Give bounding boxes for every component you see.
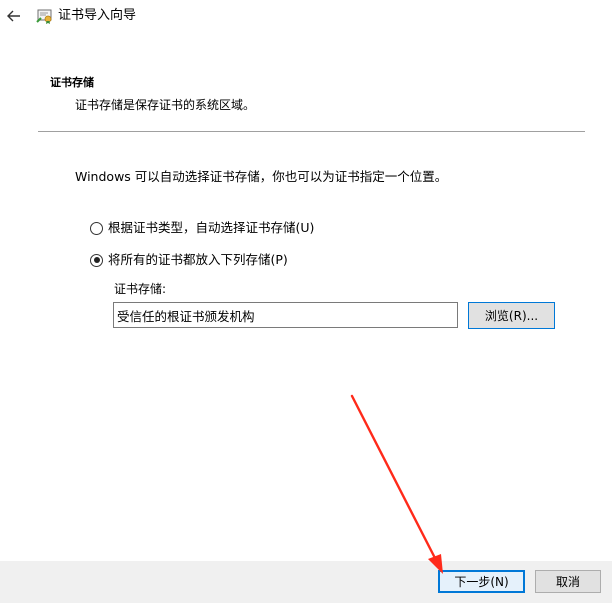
arrow-left-icon xyxy=(7,10,20,22)
browse-button[interactable]: 浏览(R)... xyxy=(468,302,555,329)
radio-label: 将所有的证书都放入下列存储(P) xyxy=(108,252,288,267)
window-title: 证书导入向导 xyxy=(58,8,137,23)
certificate-store-field[interactable] xyxy=(113,302,458,328)
certificate-icon xyxy=(36,7,54,25)
intro-text: Windows 可以自动选择证书存储，你也可以为证书指定一个位置。 xyxy=(75,169,448,184)
header-divider xyxy=(38,131,585,132)
radio-button-unchecked[interactable] xyxy=(90,221,103,235)
auto-select-store-option[interactable]: 根据证书类型，自动选择证书存储(U) xyxy=(90,219,314,237)
certificate-import-wizard: 证书导入向导 证书存储 证书存储是保存证书的系统区域。 Windows 可以自动… xyxy=(0,0,612,603)
section-title: 证书存储 xyxy=(50,76,94,89)
back-button[interactable] xyxy=(4,6,24,26)
certificate-store-label: 证书存储: xyxy=(114,282,167,296)
title-bar: 证书导入向导 xyxy=(0,0,612,32)
radio-button-checked[interactable] xyxy=(90,253,103,267)
cancel-button[interactable]: 取消 xyxy=(535,570,601,593)
next-button[interactable]: 下一步(N) xyxy=(438,570,525,593)
radio-label: 根据证书类型，自动选择证书存储(U) xyxy=(108,220,315,235)
section-description: 证书存储是保存证书的系统区域。 xyxy=(75,98,256,112)
place-all-in-store-option[interactable]: 将所有的证书都放入下列存储(P) xyxy=(90,251,288,269)
